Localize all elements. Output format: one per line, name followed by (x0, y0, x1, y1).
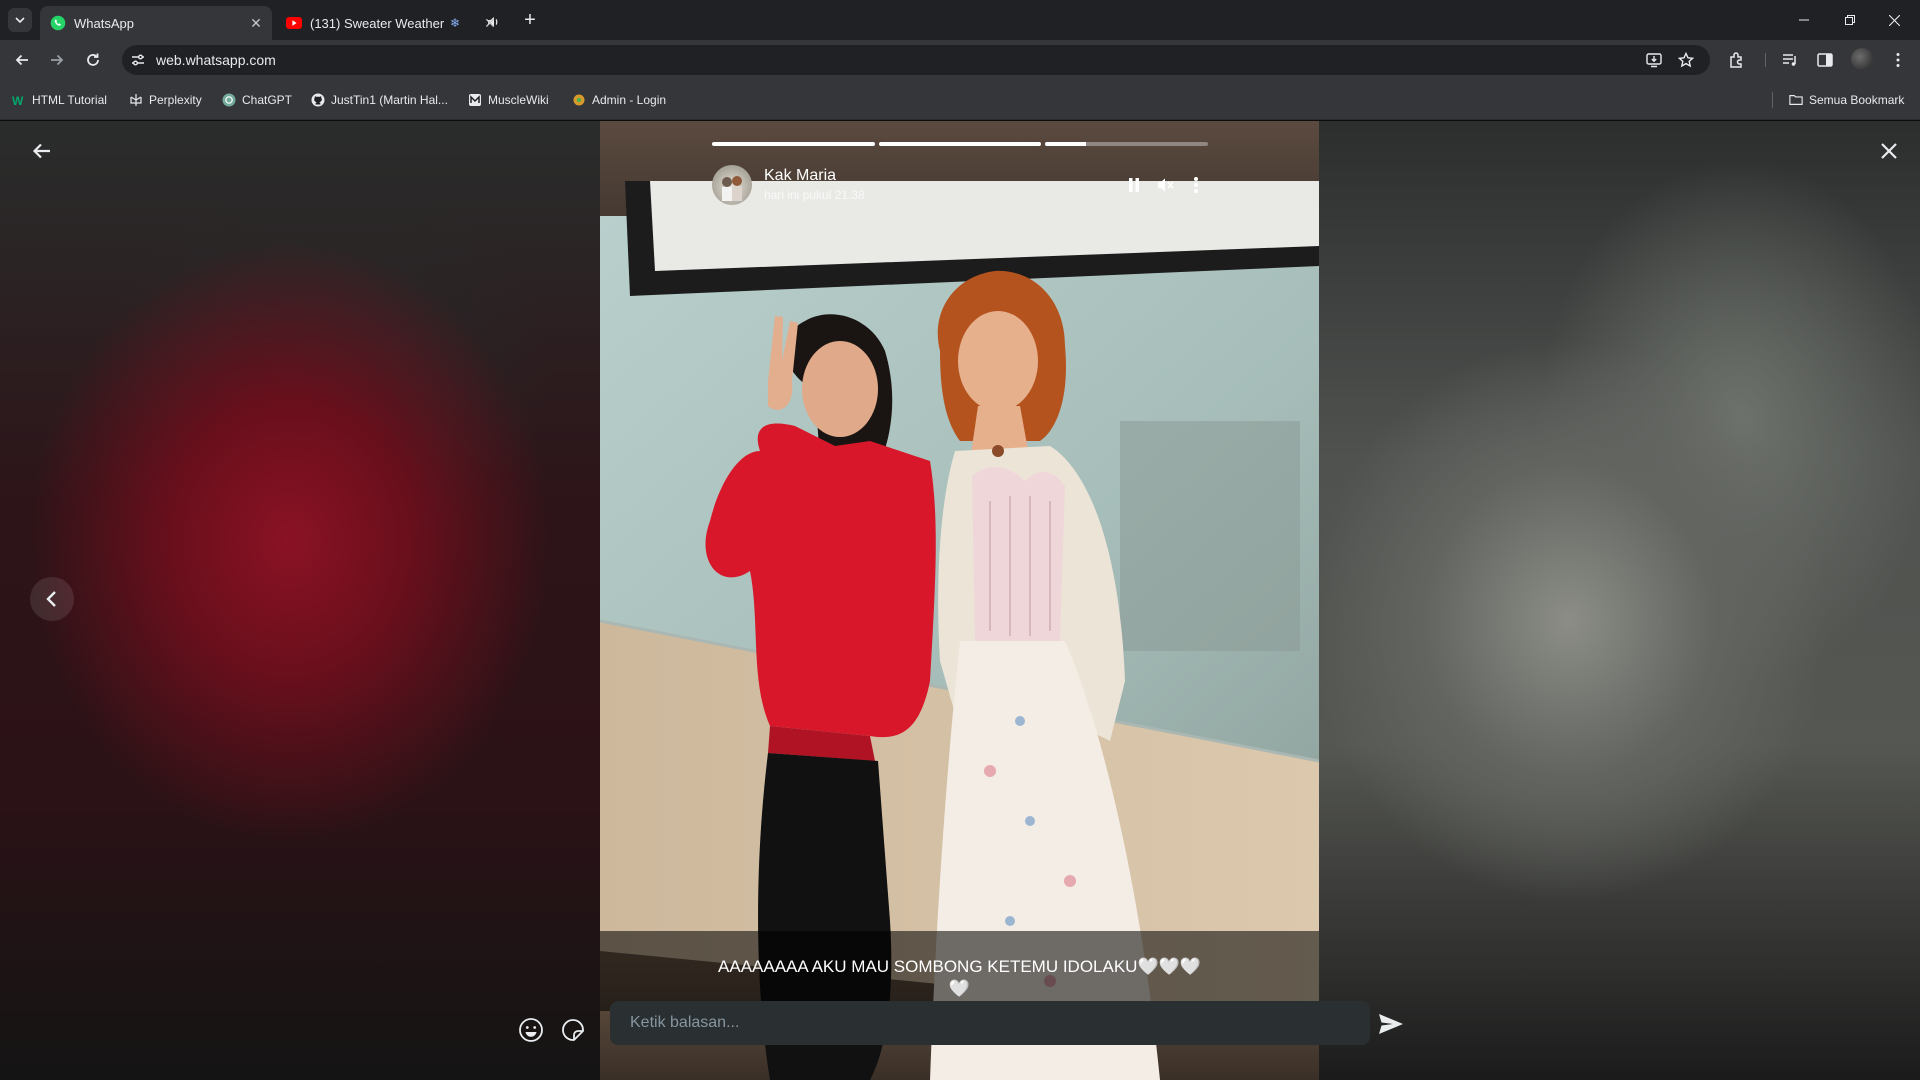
send-button[interactable] (1376, 1009, 1406, 1039)
chatgpt-icon (222, 93, 236, 107)
extensions-icon[interactable] (1728, 51, 1746, 69)
snowflake-icon: ❄ (450, 16, 461, 30)
status-progress (712, 142, 1209, 146)
progress-segment (878, 142, 1042, 146)
arrow-right-icon (51, 54, 64, 66)
bookmark-star-icon[interactable] (1678, 52, 1694, 68)
caption-line: 🤍 (948, 979, 971, 998)
status-timestamp: hari ini pukul 21.38 (764, 188, 865, 202)
back-button[interactable] (10, 48, 34, 72)
bookmark-admin-login[interactable]: Admin - Login (572, 91, 666, 109)
arrow-left-icon (15, 54, 28, 66)
whatsapp-icon (50, 15, 66, 31)
close-icon[interactable]: ✕ (248, 15, 264, 31)
blurred-background-left (0, 121, 600, 1080)
minimize-icon (1799, 19, 1809, 21)
blurred-background-right (1319, 121, 1920, 1080)
folder-icon (1789, 93, 1803, 107)
close-icon[interactable]: ✕ (482, 15, 498, 31)
bookmark-label: Admin - Login (592, 93, 667, 107)
tab-whatsapp[interactable]: WhatsApp ✕ (40, 6, 272, 40)
tab-title: WhatsApp (74, 15, 134, 31)
bookmark-label: MuscleWiki (488, 93, 549, 107)
install-app-icon[interactable] (1646, 52, 1662, 68)
tab-strip: WhatsApp ✕ (131) Sweater Weather ❄ ✕ + (0, 0, 1920, 40)
admin-icon (572, 93, 586, 107)
bookmark-chatgpt[interactable]: ChatGPT (222, 91, 292, 109)
bookmark-html-tutorial[interactable]: W HTML Tutorial (12, 91, 107, 109)
more-vertical-icon[interactable] (1186, 175, 1206, 195)
progress-segment (712, 142, 875, 146)
reply-input[interactable] (610, 1001, 1370, 1045)
previous-status-button[interactable] (30, 577, 74, 621)
musclewiki-icon (468, 93, 482, 107)
close-icon (1888, 14, 1900, 26)
address-bar[interactable]: web.whatsapp.com (122, 45, 1710, 75)
reload-button[interactable] (81, 48, 105, 72)
new-tab-button[interactable]: + (518, 8, 542, 32)
tab-youtube[interactable]: (131) Sweater Weather ❄ ✕ (276, 6, 506, 40)
contact-name[interactable]: Kak Maria (764, 167, 836, 185)
github-icon (311, 93, 325, 107)
close-window-button[interactable] (1872, 0, 1916, 40)
all-bookmarks-button[interactable]: Semua Bookmark (1789, 91, 1904, 109)
bookmark-label: JustTin1 (Martin Hal... (331, 93, 448, 107)
sticker-icon[interactable] (559, 1016, 587, 1044)
reload-icon (87, 53, 99, 66)
browser-toolbar: web.whatsapp.com (0, 40, 1920, 80)
profile-avatar[interactable] (1851, 48, 1873, 70)
forward-button[interactable] (45, 48, 69, 72)
tab-search-button[interactable] (8, 8, 32, 32)
toolbar-separator (1765, 53, 1766, 67)
send-icon (1379, 1014, 1403, 1034)
pause-icon[interactable] (1124, 175, 1144, 195)
side-panel-icon[interactable] (1816, 51, 1834, 69)
status-header: Kak Maria hari ini pukul 21.38 (712, 165, 1208, 209)
progress-segment (1045, 142, 1209, 146)
bookmark-label: Semua Bookmark (1809, 93, 1905, 107)
tab-title: (131) Sweater Weather (310, 15, 445, 31)
contact-avatar[interactable] (712, 165, 752, 205)
w3schools-icon: W (12, 93, 26, 107)
bookmark-label: Perplexity (149, 93, 202, 107)
bookmark-label: HTML Tutorial (32, 93, 107, 107)
arrow-left-icon (32, 143, 50, 159)
bookmark-musclewiki[interactable]: MuscleWiki (468, 91, 549, 109)
youtube-icon (286, 15, 302, 31)
site-settings-icon[interactable] (130, 52, 146, 68)
chevron-down-icon (15, 17, 25, 24)
bookmark-separator (1772, 92, 1773, 108)
mute-icon[interactable] (1156, 175, 1176, 195)
back-button[interactable] (26, 135, 58, 167)
bookmark-perplexity[interactable]: Perplexity (129, 91, 202, 109)
restore-button[interactable] (1828, 0, 1872, 40)
close-button[interactable] (1873, 135, 1905, 167)
svg-text:W: W (12, 94, 24, 107)
caption-text: AAAAAAAA AKU MAU SOMBONG KETEMU IDOLAKU🤍… (700, 956, 1219, 1000)
status-viewer: Kak Maria hari ini pukul 21.38 AAAAAAAA … (0, 121, 1920, 1080)
close-icon (1881, 143, 1897, 159)
restore-icon (1845, 15, 1855, 25)
bookmarks-bar: W HTML Tutorial Perplexity ChatGPT JustT… (0, 80, 1920, 120)
chevron-left-icon (46, 591, 56, 607)
status-caption: AAAAAAAA AKU MAU SOMBONG KETEMU IDOLAKU🤍… (600, 931, 1319, 1011)
media-control-icon[interactable] (1781, 51, 1799, 69)
bookmark-label: ChatGPT (242, 93, 293, 107)
url-text: web.whatsapp.com (156, 52, 276, 68)
more-vertical-icon[interactable] (1889, 51, 1907, 69)
perplexity-icon (129, 93, 143, 107)
caption-line: AAAAAAAA AKU MAU SOMBONG KETEMU IDOLAKU🤍… (718, 957, 1201, 976)
emoji-icon[interactable] (517, 1016, 545, 1044)
bookmark-github[interactable]: JustTin1 (Martin Hal... (311, 91, 448, 109)
reply-bar (0, 1001, 1920, 1071)
minimize-button[interactable] (1782, 0, 1826, 40)
